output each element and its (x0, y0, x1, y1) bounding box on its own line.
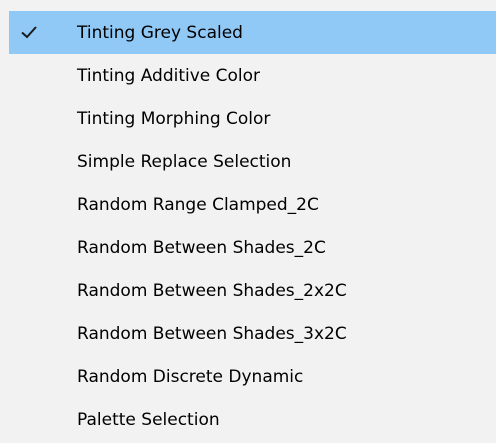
menu-item-tinting-grey-scaled[interactable]: Tinting Grey Scaled (9, 11, 496, 54)
menu-item-palette-selection[interactable]: Palette Selection (0, 398, 496, 441)
menu-item-label: Tinting Additive Color (77, 65, 261, 86)
menu-item-label: Random Discrete Dynamic (77, 366, 304, 387)
menu-item-simple-replace-selection[interactable]: Simple Replace Selection (0, 140, 496, 183)
menu-item-label: Random Between Shades_2x2C (77, 280, 347, 301)
menu-item-label: Palette Selection (77, 409, 220, 430)
menu-item-label: Simple Replace Selection (77, 151, 292, 172)
dropdown-menu: Tinting Grey Scaled Tinting Additive Col… (0, 0, 496, 443)
menu-item-label: Random Range Clamped_2C (77, 194, 319, 215)
menu-item-label: Tinting Morphing Color (77, 108, 271, 129)
checkmark-icon (21, 26, 37, 39)
menu-item-random-discrete-dynamic[interactable]: Random Discrete Dynamic (0, 355, 496, 398)
menu-item-label: Random Between Shades_3x2C (77, 323, 347, 344)
menu-item-label: Random Between Shades_2C (77, 237, 326, 258)
menu-item-random-between-shades-3x2c[interactable]: Random Between Shades_3x2C (0, 312, 496, 355)
menu-item-random-range-clamped-2c[interactable]: Random Range Clamped_2C (0, 183, 496, 226)
menu-item-tinting-morphing-color[interactable]: Tinting Morphing Color (0, 97, 496, 140)
menu-item-tinting-additive-color[interactable]: Tinting Additive Color (0, 54, 496, 97)
menu-item-random-between-shades-2c[interactable]: Random Between Shades_2C (0, 226, 496, 269)
menu-item-label: Tinting Grey Scaled (77, 22, 243, 43)
menu-item-random-between-shades-2x2c[interactable]: Random Between Shades_2x2C (0, 269, 496, 312)
